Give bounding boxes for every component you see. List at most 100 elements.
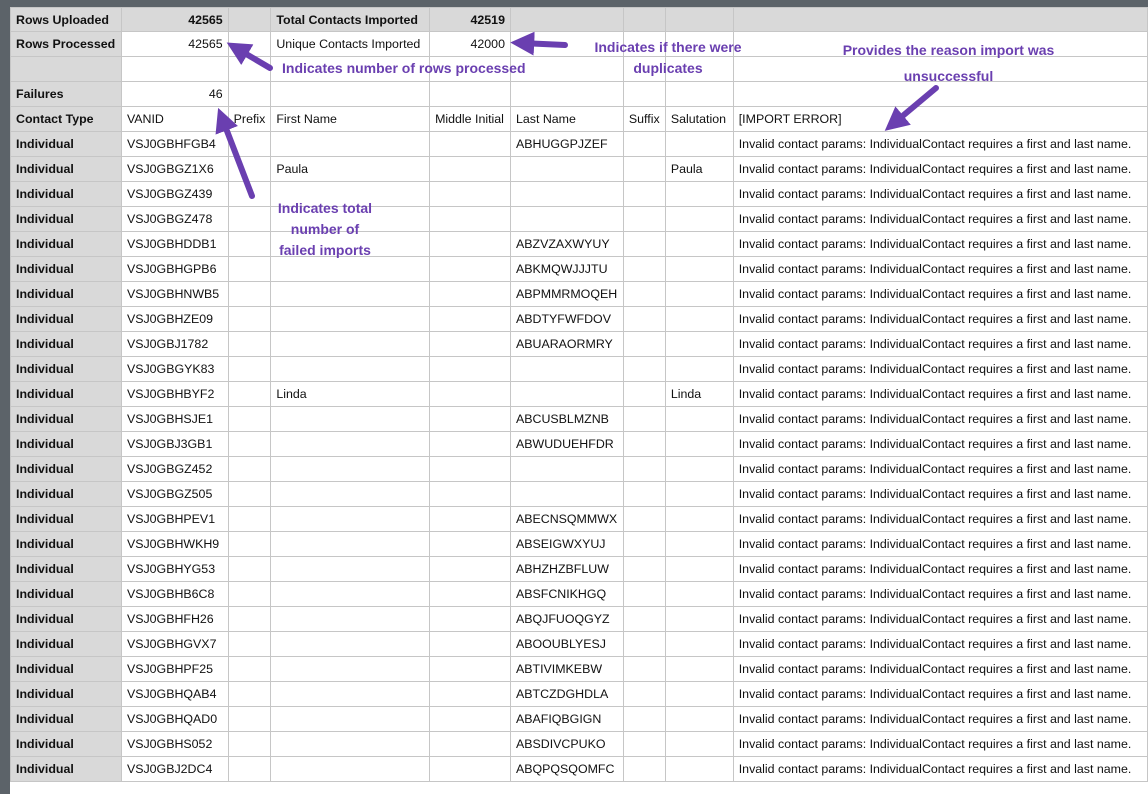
vanid-cell[interactable]: VSJ0GBHB6C8 — [120, 581, 229, 607]
suffix-cell[interactable] — [622, 481, 666, 507]
last-name-cell[interactable]: ABECNSQMMWX — [509, 506, 624, 532]
empty-cell[interactable] — [664, 7, 734, 32]
contact-type-cell[interactable]: Individual — [10, 631, 122, 657]
first-name-cell[interactable] — [270, 481, 431, 507]
salutation-cell[interactable] — [664, 481, 734, 507]
empty-cell[interactable] — [622, 7, 666, 32]
empty-cell[interactable] — [270, 81, 431, 107]
unique-contacts-label[interactable]: Unique Contacts Imported — [270, 31, 431, 57]
last-name-cell[interactable]: ABUARAORMRY — [509, 331, 624, 357]
salutation-cell[interactable] — [664, 681, 734, 707]
last-name-cell[interactable]: ABQJFUOQGYZ — [509, 606, 624, 632]
import-error-cell[interactable]: Invalid contact params: IndividualContac… — [732, 281, 1148, 307]
contact-type-cell[interactable]: Individual — [10, 606, 122, 632]
middle-initial-cell[interactable] — [429, 281, 511, 307]
vanid-cell[interactable]: VSJ0GBHGVX7 — [120, 631, 229, 657]
import-error-cell[interactable]: Invalid contact params: IndividualContac… — [732, 181, 1148, 207]
first-name-cell[interactable] — [270, 506, 431, 532]
salutation-cell[interactable] — [664, 281, 734, 307]
contact-type-cell[interactable]: Individual — [10, 206, 122, 232]
last-name-cell[interactable] — [509, 181, 624, 207]
suffix-cell[interactable] — [622, 406, 666, 432]
first-name-cell[interactable] — [270, 556, 431, 582]
middle-initial-cell[interactable] — [429, 306, 511, 332]
header-vanid[interactable]: VANID — [120, 106, 229, 132]
vanid-cell[interactable]: VSJ0GBHPEV1 — [120, 506, 229, 532]
last-name-cell[interactable] — [509, 456, 624, 482]
last-name-cell[interactable] — [509, 156, 624, 182]
prefix-cell[interactable] — [227, 706, 272, 732]
first-name-cell[interactable] — [270, 331, 431, 357]
suffix-cell[interactable] — [622, 281, 666, 307]
empty-cell[interactable] — [622, 81, 666, 107]
middle-initial-cell[interactable] — [429, 381, 511, 407]
failures-label[interactable]: Failures — [10, 81, 122, 107]
salutation-cell[interactable] — [664, 756, 734, 782]
last-name-cell[interactable]: ABSDIVCPUKO — [509, 731, 624, 757]
suffix-cell[interactable] — [622, 306, 666, 332]
last-name-cell[interactable]: ABZVZAXWYUY — [509, 231, 624, 257]
first-name-cell[interactable] — [270, 406, 431, 432]
salutation-cell[interactable] — [664, 231, 734, 257]
contact-type-cell[interactable]: Individual — [10, 156, 122, 182]
import-error-cell[interactable]: Invalid contact params: IndividualContac… — [732, 256, 1148, 282]
prefix-cell[interactable] — [227, 756, 272, 782]
middle-initial-cell[interactable] — [429, 631, 511, 657]
import-error-cell[interactable]: Invalid contact params: IndividualContac… — [732, 406, 1148, 432]
contact-type-cell[interactable]: Individual — [10, 481, 122, 507]
salutation-cell[interactable] — [664, 656, 734, 682]
salutation-cell[interactable]: Paula — [664, 156, 734, 182]
import-error-cell[interactable]: Invalid contact params: IndividualContac… — [732, 706, 1148, 732]
contact-type-cell[interactable]: Individual — [10, 456, 122, 482]
middle-initial-cell[interactable] — [429, 131, 511, 157]
prefix-cell[interactable] — [227, 531, 272, 557]
prefix-cell[interactable] — [227, 431, 272, 457]
last-name-cell[interactable]: ABWUDUEHFDR — [509, 431, 624, 457]
last-name-cell[interactable]: ABHZHZBFLUW — [509, 556, 624, 582]
rows-uploaded-value[interactable]: 42565 — [120, 7, 229, 32]
prefix-cell[interactable] — [227, 356, 272, 382]
empty-cell[interactable] — [120, 56, 229, 82]
suffix-cell[interactable] — [622, 681, 666, 707]
prefix-cell[interactable] — [227, 156, 272, 182]
vanid-cell[interactable]: VSJ0GBHWKH9 — [120, 531, 229, 557]
middle-initial-cell[interactable] — [429, 556, 511, 582]
import-error-cell[interactable]: Invalid contact params: IndividualContac… — [732, 531, 1148, 557]
last-name-cell[interactable]: ABHUGGPJZEF — [509, 131, 624, 157]
vanid-cell[interactable]: VSJ0GBHGPB6 — [120, 256, 229, 282]
first-name-cell[interactable] — [270, 606, 431, 632]
vanid-cell[interactable]: VSJ0GBHDDB1 — [120, 231, 229, 257]
vanid-cell[interactable]: VSJ0GBGZ439 — [120, 181, 229, 207]
middle-initial-cell[interactable] — [429, 356, 511, 382]
suffix-cell[interactable] — [622, 456, 666, 482]
middle-initial-cell[interactable] — [429, 481, 511, 507]
first-name-cell[interactable]: Paula — [270, 156, 431, 182]
last-name-cell[interactable]: ABSEIGWXYUJ — [509, 531, 624, 557]
prefix-cell[interactable] — [227, 656, 272, 682]
first-name-cell[interactable] — [270, 631, 431, 657]
prefix-cell[interactable] — [227, 406, 272, 432]
last-name-cell[interactable]: ABTIVIMKEBW — [509, 656, 624, 682]
salutation-cell[interactable] — [664, 131, 734, 157]
salutation-cell[interactable] — [664, 181, 734, 207]
empty-cell[interactable] — [227, 56, 272, 82]
first-name-cell[interactable] — [270, 581, 431, 607]
import-error-cell[interactable]: Invalid contact params: IndividualContac… — [732, 206, 1148, 232]
salutation-cell[interactable] — [664, 406, 734, 432]
first-name-cell[interactable] — [270, 531, 431, 557]
import-error-cell[interactable]: Invalid contact params: IndividualContac… — [732, 731, 1148, 757]
prefix-cell[interactable] — [227, 606, 272, 632]
middle-initial-cell[interactable] — [429, 731, 511, 757]
rows-processed-label[interactable]: Rows Processed — [10, 31, 122, 57]
header-import-error[interactable]: [IMPORT ERROR] — [732, 106, 1148, 132]
import-error-cell[interactable]: Invalid contact params: IndividualContac… — [732, 506, 1148, 532]
vanid-cell[interactable]: VSJ0GBJ3GB1 — [120, 431, 229, 457]
vanid-cell[interactable]: VSJ0GBGZ1X6 — [120, 156, 229, 182]
middle-initial-cell[interactable] — [429, 431, 511, 457]
empty-cell[interactable] — [429, 81, 511, 107]
vanid-cell[interactable]: VSJ0GBHBYF2 — [120, 381, 229, 407]
contact-type-cell[interactable]: Individual — [10, 181, 122, 207]
salutation-cell[interactable] — [664, 431, 734, 457]
vanid-cell[interactable]: VSJ0GBHZE09 — [120, 306, 229, 332]
vanid-cell[interactable]: VSJ0GBHFH26 — [120, 606, 229, 632]
